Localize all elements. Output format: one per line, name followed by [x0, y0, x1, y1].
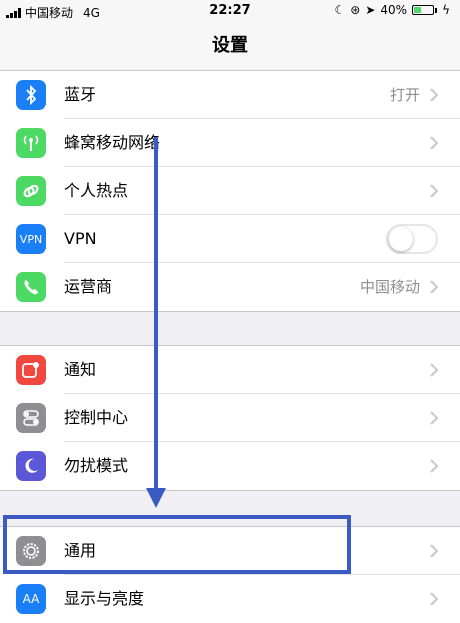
settings-group-connectivity: 蓝牙 打开 蜂窝移动网络 个人热点 VPN VPN 运营商 中国移动 [0, 70, 460, 312]
settings-row-hotspot[interactable]: 个人热点 [0, 167, 460, 215]
settings-row-notifications[interactable]: 通知 [0, 346, 460, 394]
annotation-arrow-head [146, 488, 166, 508]
row-label: VPN [64, 229, 97, 248]
row-label: 显示与亮度 [64, 589, 145, 608]
settings-row-general[interactable]: 通用 [0, 527, 460, 575]
chevron-right-icon [430, 411, 439, 425]
settings-row-display-brightness[interactable]: AA 显示与亮度 [0, 575, 460, 623]
moon-status-icon: ☾ [334, 3, 346, 17]
row-value: 中国移动 [359, 278, 420, 296]
row-value: 打开 [389, 86, 420, 104]
row-label: 蓝牙 [64, 85, 97, 104]
location-icon: ➤ [365, 3, 376, 17]
chevron-right-icon [430, 280, 439, 294]
charging-icon: ϟ [442, 3, 450, 17]
battery-icon [412, 5, 438, 15]
battery-percent: 40% [380, 3, 408, 17]
row-label: 通用 [64, 541, 97, 560]
gear-icon [16, 536, 46, 566]
row-label: 通知 [64, 360, 97, 379]
chevron-right-icon [430, 363, 439, 377]
display-aa-icon: AA [16, 584, 46, 614]
chevron-right-icon [430, 459, 439, 473]
hotspot-chain-icon [16, 176, 46, 206]
row-label: 个人热点 [64, 181, 129, 200]
chevron-right-icon [430, 88, 439, 102]
cellular-antenna-icon [16, 128, 46, 158]
vpn-icon: VPN [16, 224, 46, 254]
orientation-lock-icon: ⊛ [350, 3, 361, 17]
settings-row-bluetooth[interactable]: 蓝牙 打开 [0, 71, 460, 119]
settings-row-vpn[interactable]: VPN VPN [0, 215, 460, 263]
moon-icon [16, 451, 46, 481]
row-label: 勿扰模式 [64, 456, 129, 475]
settings-row-control-center[interactable]: 控制中心 [0, 394, 460, 442]
page-title: 设置 [212, 35, 248, 56]
bluetooth-icon [16, 80, 46, 110]
chevron-right-icon [430, 184, 439, 198]
settings-row-do-not-disturb[interactable]: 勿扰模式 [0, 442, 460, 490]
settings-group-general: 通用 AA 显示与亮度 [0, 526, 460, 623]
chevron-right-icon [430, 592, 439, 606]
control-center-icon [16, 403, 46, 433]
status-right: ☾ ⊛ ➤ 40% ϟ [335, 3, 450, 17]
chevron-right-icon [430, 136, 439, 150]
settings-row-cellular[interactable]: 蜂窝移动网络 [0, 119, 460, 167]
row-label: 控制中心 [64, 408, 129, 427]
status-bar: 中国移动 4G 22:27 ☾ ⊛ ➤ 40% ϟ [0, 0, 460, 22]
settings-row-carrier[interactable]: 运营商 中国移动 [0, 263, 460, 311]
chevron-right-icon [430, 544, 439, 558]
notification-icon [16, 355, 46, 385]
phone-icon [16, 272, 46, 302]
row-label: 运营商 [64, 277, 113, 296]
settings-group-notifications: 通知 控制中心 勿扰模式 [0, 345, 460, 491]
row-label: 蜂窝移动网络 [64, 133, 161, 152]
nav-bar: 设置 [0, 22, 460, 71]
vpn-toggle[interactable] [386, 224, 438, 254]
